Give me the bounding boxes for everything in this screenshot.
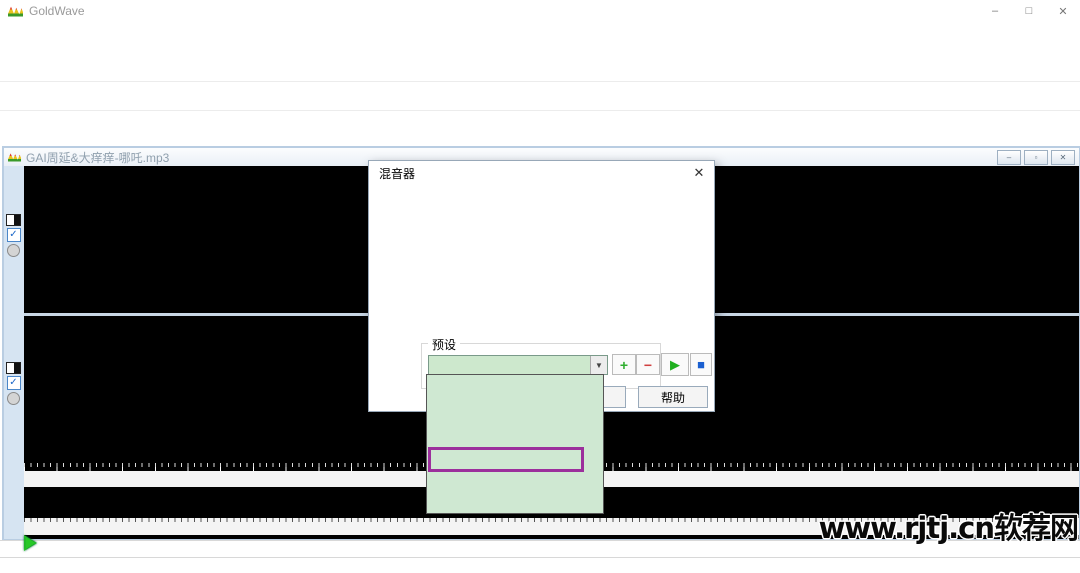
right-channel-view-icon[interactable] [6, 362, 21, 374]
effects-toolbar [0, 83, 1080, 111]
status-bar-bottom [0, 557, 1080, 573]
main-toolbar [0, 41, 1080, 82]
preset-combobox-value [429, 356, 590, 374]
right-channel-radio[interactable] [7, 392, 20, 405]
preset-remove-button[interactable]: − [636, 354, 660, 375]
preset-group-label: 预设 [428, 336, 460, 353]
preview-stop-button[interactable]: ■ [690, 353, 712, 376]
mixer-close-button[interactable]: ✕ [684, 161, 714, 185]
help-button[interactable]: 帮助 [638, 386, 708, 408]
left-channel-checkbox[interactable]: ✓ [7, 228, 21, 242]
maximize-button[interactable]: □ [1012, 0, 1046, 22]
doc-close-button[interactable]: ✕ [1051, 150, 1075, 165]
close-button[interactable]: ✕ [1046, 0, 1080, 22]
channel-control-strip: ✓ ✓ [4, 166, 24, 539]
annotation-highlight-box [428, 447, 584, 472]
preset-dropdown-list [426, 374, 604, 514]
goldwave-logo-icon [8, 6, 23, 17]
preset-add-button[interactable]: + [612, 354, 636, 375]
left-channel-radio[interactable] [7, 244, 20, 257]
minimize-button[interactable]: – [978, 0, 1012, 22]
preset-dropdown-button[interactable]: ▼ [590, 356, 607, 374]
document-title: GAI周延&大痒痒-哪吒.mp3 [26, 149, 169, 166]
watermark: www.rjtj.cn软荐网 [819, 505, 1078, 547]
doc-restore-button[interactable]: ▫ [1024, 150, 1048, 165]
preset-combobox[interactable]: ▼ [428, 355, 608, 375]
left-channel-view-icon[interactable] [6, 214, 21, 226]
menu-bar [0, 22, 1080, 41]
mixer-dialog-title: 混音器 [379, 165, 415, 182]
app-title: GoldWave [29, 4, 85, 18]
goldwave-app: GoldWave – □ ✕ GAI周延&大痒痒-哪吒.mp3 – ▫ ✕ ✓ [0, 0, 1080, 573]
preview-play-button[interactable]: ▶ [661, 353, 689, 376]
doc-minimize-button[interactable]: – [997, 150, 1021, 165]
transport-toolbar [0, 112, 1080, 143]
title-bar: GoldWave – □ ✕ [0, 0, 1080, 22]
right-channel-checkbox[interactable]: ✓ [7, 376, 21, 390]
overview-marker-triangle[interactable] [25, 537, 35, 550]
left-channel-controls: ✓ [6, 214, 21, 257]
goldwave-logo-icon [8, 153, 21, 162]
right-channel-controls: ✓ [6, 362, 21, 405]
mixer-dialog-titlebar[interactable]: 混音器 ✕ [369, 161, 714, 185]
